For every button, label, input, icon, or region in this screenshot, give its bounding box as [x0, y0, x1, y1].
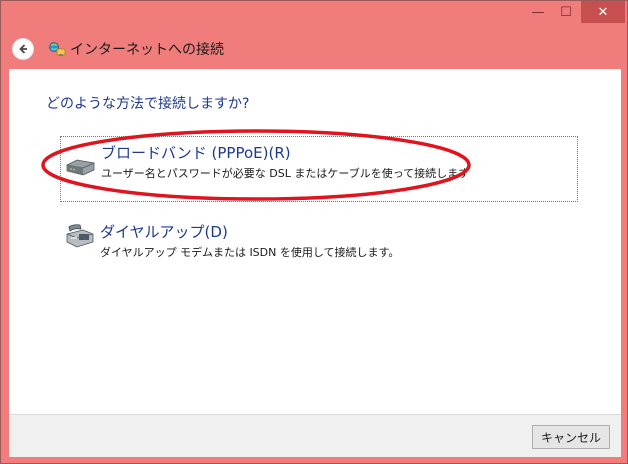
dialup-option-description: ダイヤルアップ モデムまたは ISDN を使用して接続します。 [100, 246, 400, 259]
content-area: どのような方法で接続しますか? ブロードバンド (PPPoE)(R) ユーザー名… [9, 69, 621, 414]
broadband-option-description: ユーザー名とパスワードが必要な DSL またはケーブルを使って接続します [101, 167, 470, 180]
maximize-button[interactable]: ☐ [553, 1, 579, 23]
title-bar: — ☐ ✕ [1, 1, 627, 31]
back-button[interactable] [12, 38, 34, 60]
back-arrow-icon [19, 44, 27, 54]
broadband-pppoe-option[interactable]: ブロードバンド (PPPoE)(R) ユーザー名とパスワードが必要な DSL ま… [60, 136, 578, 202]
connection-question: どのような方法で接続しますか? [46, 96, 250, 112]
dialup-phone-icon [63, 222, 95, 254]
footer-bar: キャンセル [9, 414, 621, 457]
minimize-button[interactable]: — [525, 1, 551, 23]
broadband-modem-icon [64, 155, 96, 183]
close-button[interactable]: ✕ [581, 1, 625, 23]
broadband-option-title: ブロードバンド (PPPoE)(R) [101, 144, 291, 162]
cancel-button[interactable]: キャンセル [532, 425, 610, 449]
window-title: インターネットへの接続 [70, 42, 224, 58]
dialup-option-title: ダイヤルアップ(D) [100, 223, 228, 241]
network-connection-icon [48, 40, 66, 58]
dialog-window: — ☐ ✕ インターネットへの接続 どのような方法で接続しますか? ブロードバン… [0, 0, 628, 464]
dialup-option[interactable]: ダイヤルアップ(D) ダイヤルアップ モデムまたは ISDN を使用して接続しま… [60, 216, 578, 266]
navigation-row: インターネットへの接続 [9, 35, 619, 63]
